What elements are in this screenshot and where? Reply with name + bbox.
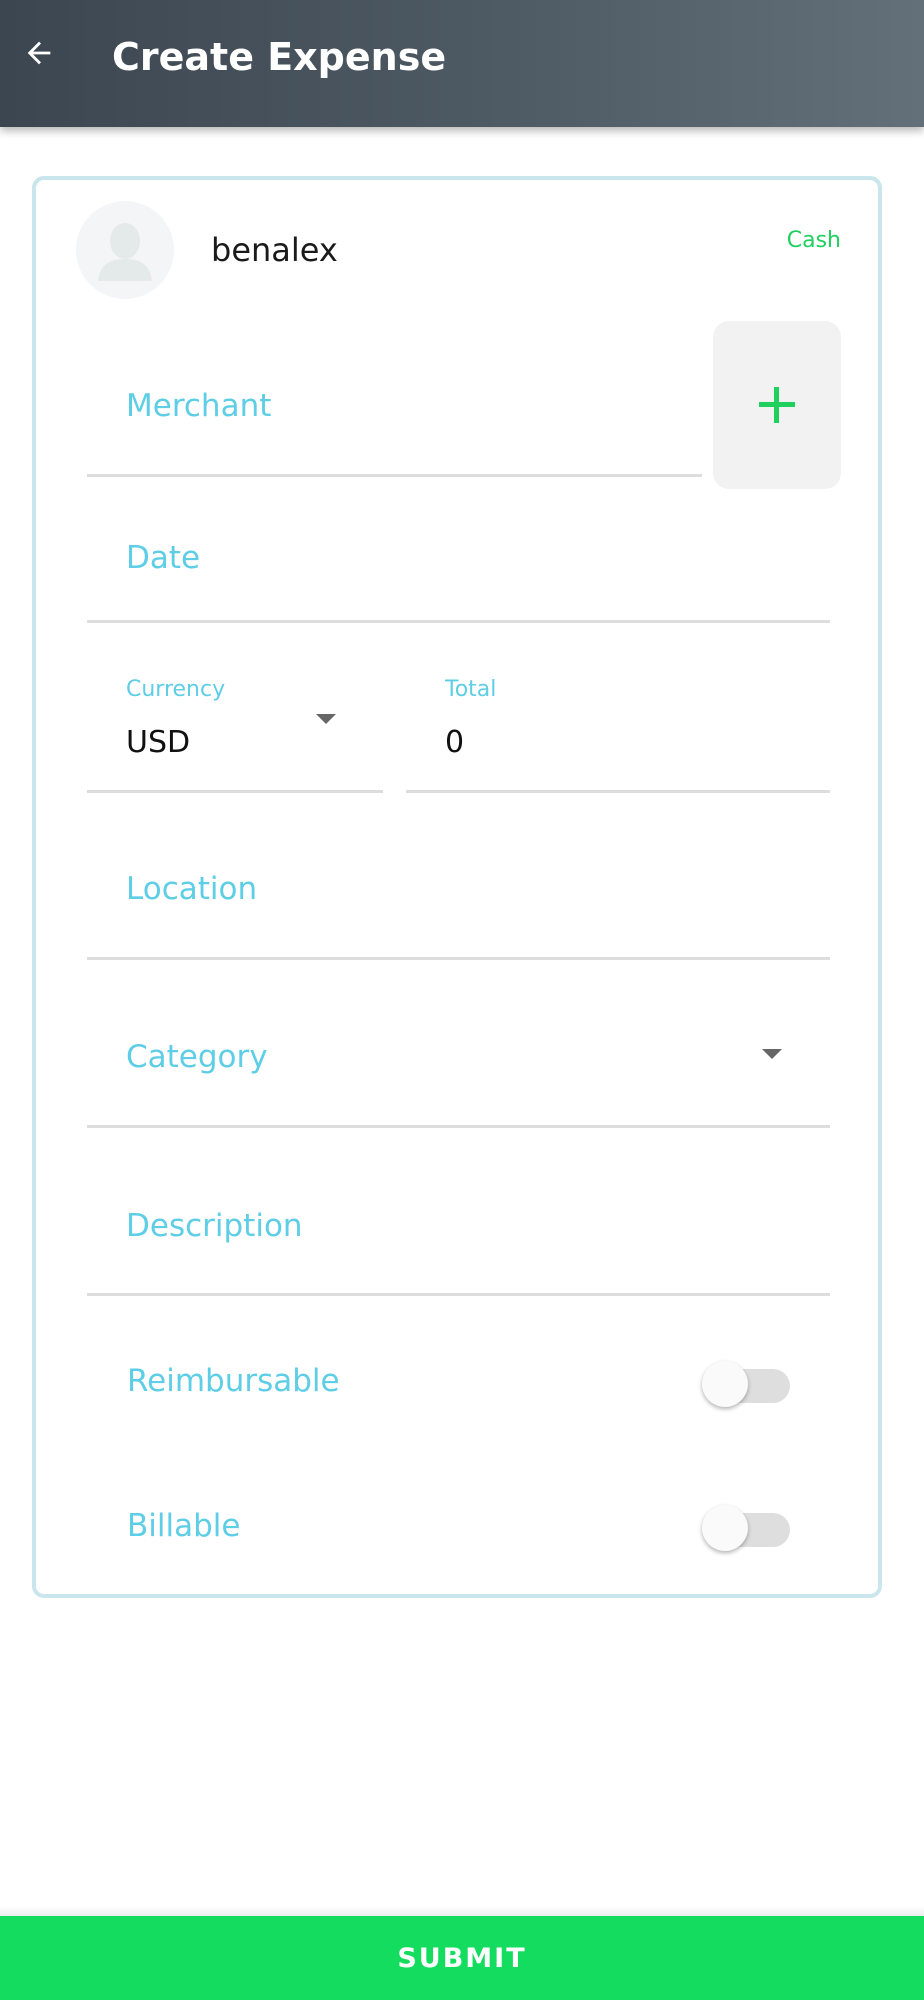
merchant-field[interactable]: Merchant [87,330,702,477]
total-label: Total [445,677,497,702]
billable-label: Billable [127,1508,241,1544]
submit-label: SUBMIT [397,1942,527,1974]
location-field[interactable]: Location [87,830,830,960]
reimbursable-toggle[interactable] [702,1355,790,1407]
plus-icon [759,387,795,423]
category-placeholder: Category [126,1039,268,1075]
user-name: benalex [211,231,338,269]
bottom-divider [0,1906,924,1916]
category-select[interactable]: Category [87,998,830,1128]
chevron-down-icon [316,714,336,724]
currency-value: USD [126,725,191,760]
payment-type-link[interactable]: Cash [787,226,841,256]
page-title: Create Expense [112,35,447,79]
back-button[interactable] [14,28,64,78]
chevron-down-icon [762,1049,782,1059]
arrow-left-icon [27,41,51,65]
add-merchant-button[interactable] [713,321,841,489]
date-field[interactable]: Date [87,506,830,623]
avatar [76,201,174,299]
description-placeholder: Description [126,1208,303,1244]
toggle-thumb [702,1505,748,1551]
date-placeholder: Date [126,540,201,576]
reimbursable-label: Reimbursable [127,1363,340,1399]
total-value: 0 [445,725,465,760]
currency-label: Currency [126,677,226,702]
person-silhouette-icon [98,223,152,281]
billable-toggle[interactable] [702,1499,790,1551]
description-field[interactable]: Description [87,1166,830,1296]
app-bar: Create Expense [0,0,924,127]
toggle-thumb [702,1361,748,1407]
total-field[interactable]: Total 0 [406,660,830,793]
currency-select[interactable]: Currency USD [87,660,383,793]
location-placeholder: Location [126,871,258,907]
merchant-placeholder: Merchant [126,388,272,424]
submit-button[interactable]: SUBMIT [0,1916,924,2000]
